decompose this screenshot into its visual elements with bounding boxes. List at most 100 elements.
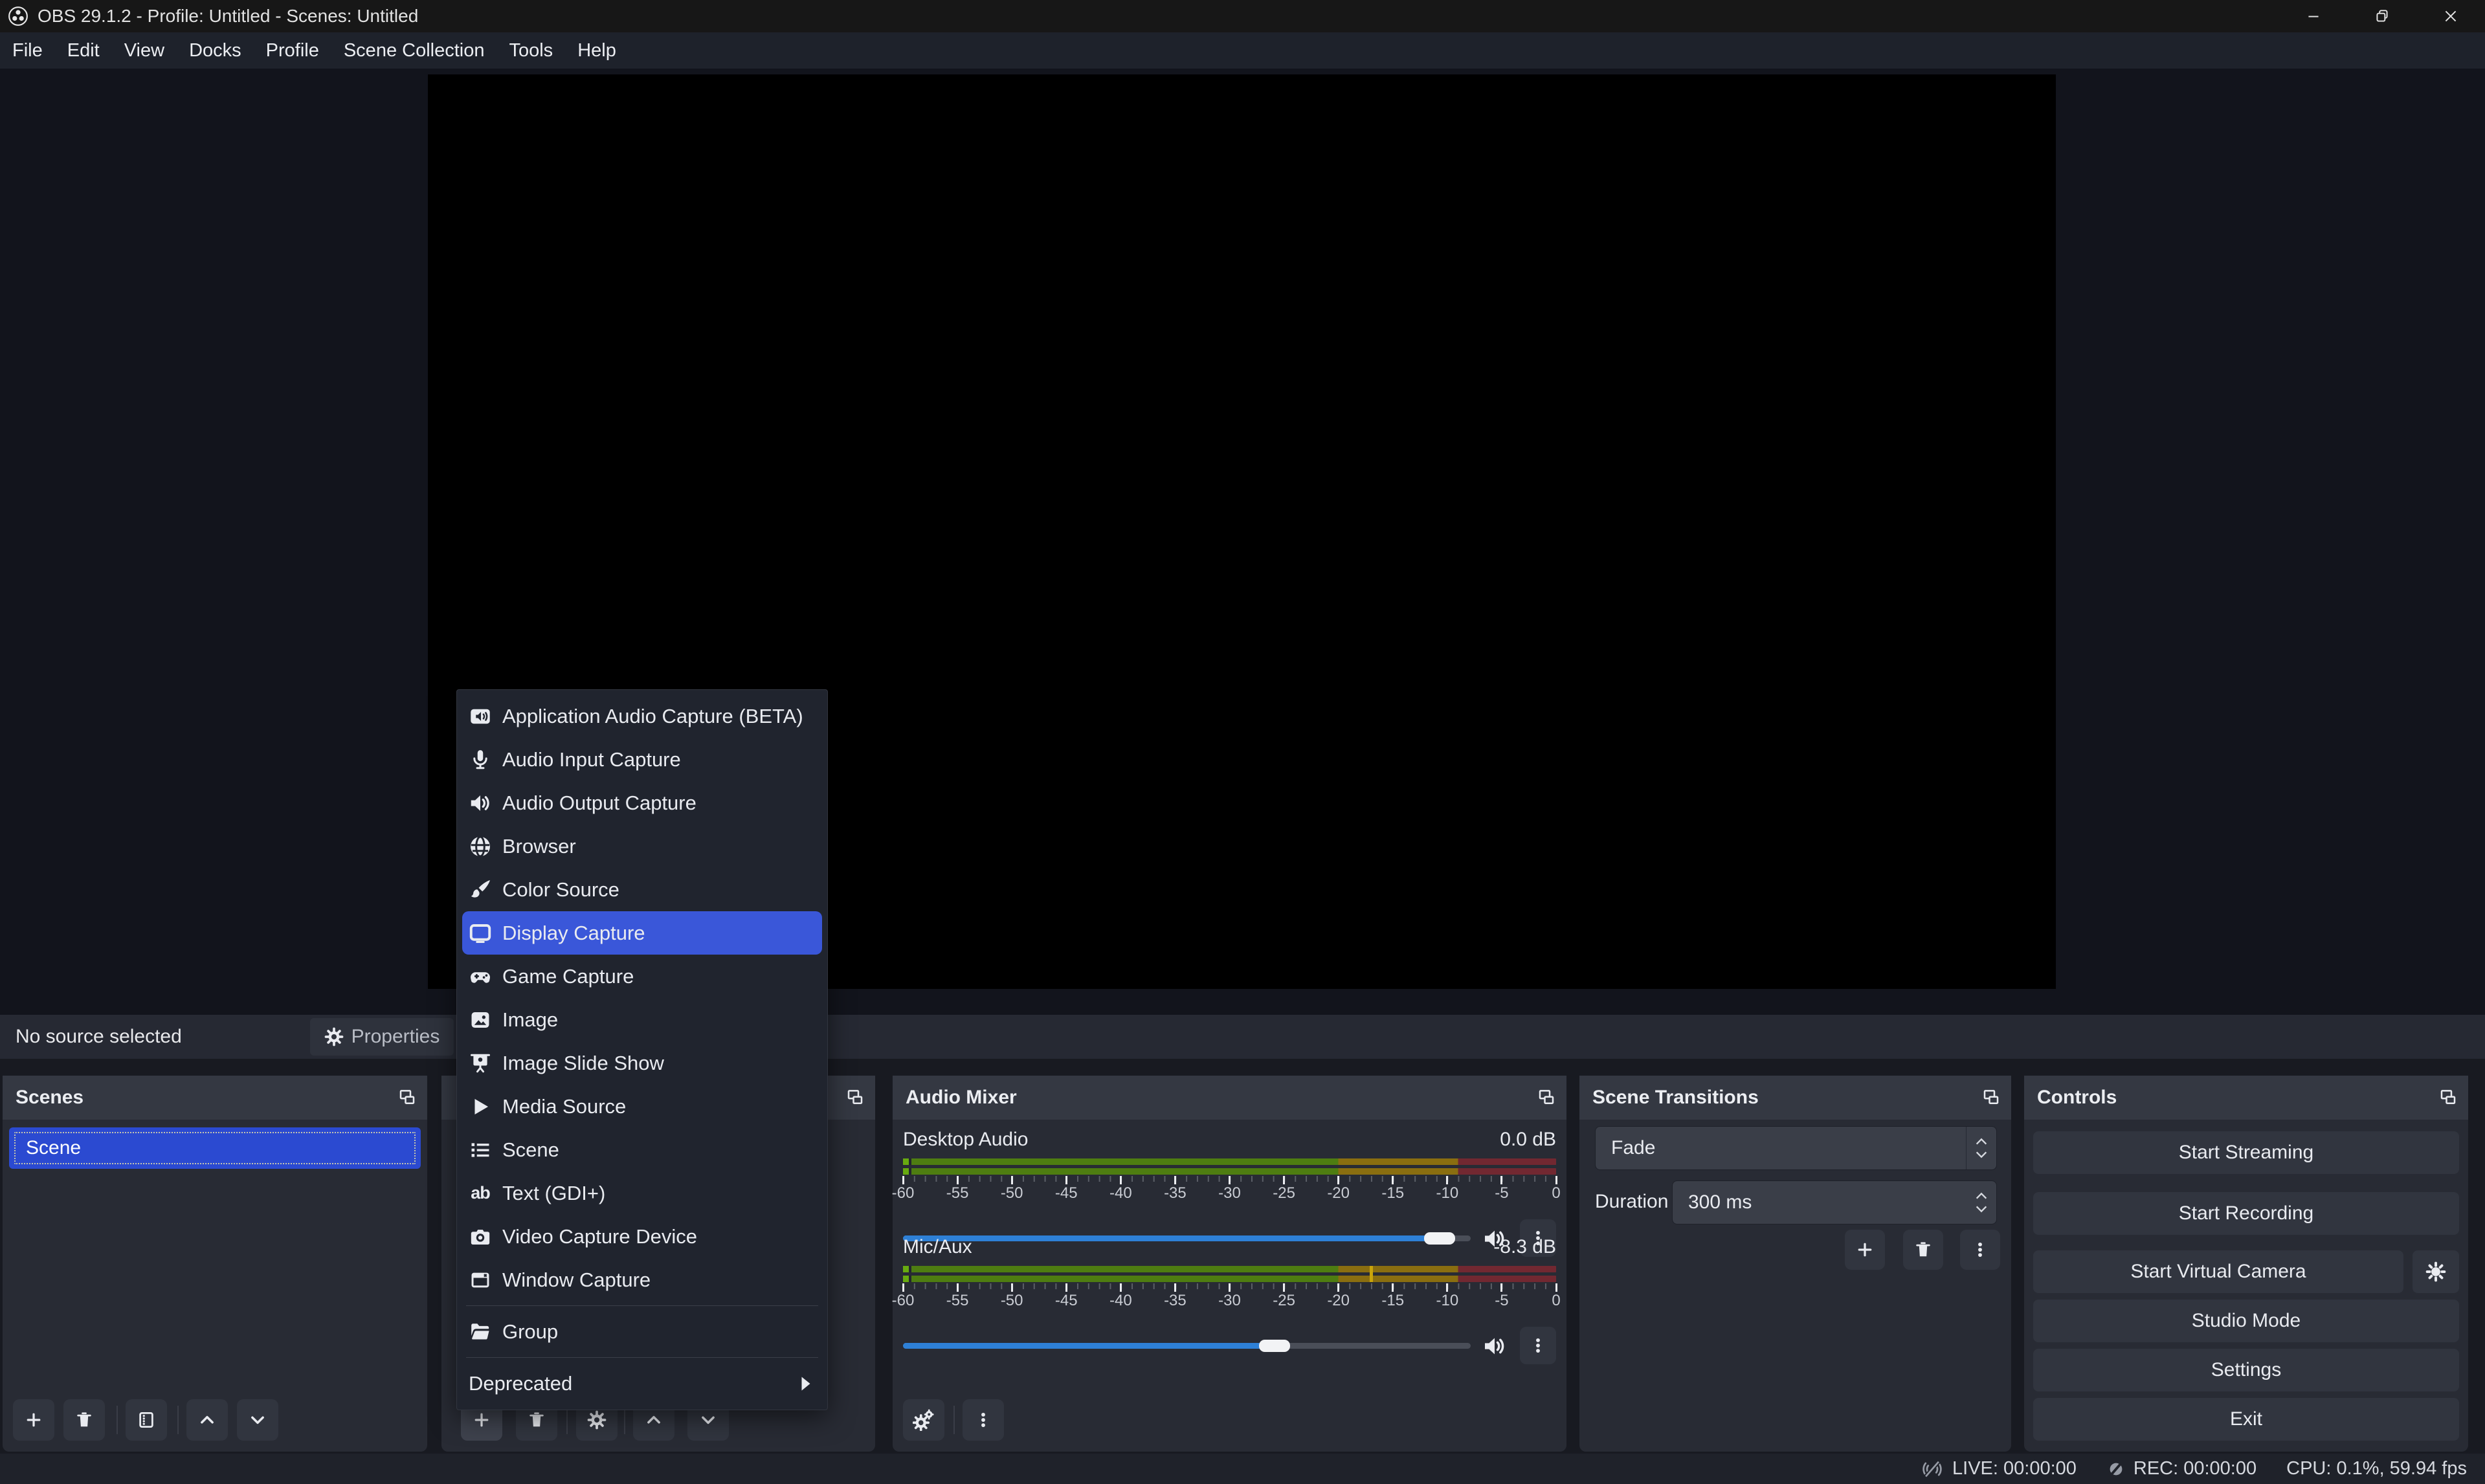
menu-item-text-gdi[interactable]: ab Text (GDI+)	[462, 1171, 822, 1215]
menu-item-display-capture[interactable]: Display Capture	[462, 911, 822, 955]
menu-item-audio-output-capture[interactable]: Audio Output Capture	[462, 781, 822, 825]
menu-item-image[interactable]: Image	[462, 998, 822, 1041]
obs-main-window: OBS 29.1.2 - Profile: Untitled - Scenes:…	[0, 0, 2485, 1484]
source-toolbar: No source selected Properties	[0, 1015, 2485, 1059]
duration-spinner-arrows[interactable]	[1967, 1181, 1996, 1224]
menu-view[interactable]: View	[112, 32, 177, 69]
video-capture-device-icon	[469, 1225, 492, 1248]
cpu-fps-text: CPU: 0.1%, 59.94 fps	[2286, 1458, 2467, 1479]
gear-icon	[2425, 1261, 2446, 1282]
add-transition-button[interactable]	[1845, 1230, 1885, 1270]
add-source-context-menu: Application Audio Capture (BETA) Audio I…	[456, 689, 828, 1410]
scene-transitions-header: Scene Transitions	[1579, 1076, 2011, 1120]
menu-help[interactable]: Help	[565, 32, 629, 69]
menu-item-game-capture[interactable]: Game Capture	[462, 955, 822, 998]
speaker-mute-icon[interactable]	[1481, 1333, 1508, 1359]
popout-icon[interactable]	[397, 1088, 417, 1107]
restore-button[interactable]	[2348, 0, 2416, 32]
remove-transition-button[interactable]	[1903, 1230, 1943, 1270]
popout-icon[interactable]	[1537, 1088, 1556, 1107]
menu-item-window-capture[interactable]: Window Capture	[462, 1258, 822, 1301]
menu-item-image-slide-show[interactable]: Image Slide Show	[462, 1041, 822, 1085]
meter-scale	[903, 1283, 1556, 1292]
menu-docks[interactable]: Docks	[177, 32, 254, 69]
exit-button[interactable]: Exit	[2033, 1398, 2459, 1441]
color-source-icon	[469, 878, 492, 902]
menu-item-deprecated[interactable]: Deprecated	[462, 1362, 822, 1405]
audio-mixer-dock: Audio Mixer Desktop Audio 0.0 dB -60-55-…	[893, 1076, 1566, 1452]
transition-value: Fade	[1611, 1137, 1655, 1159]
properties-label: Properties	[351, 1026, 440, 1048]
volume-meter	[903, 1158, 1556, 1175]
start-recording-button[interactable]: Start Recording	[2033, 1192, 2459, 1235]
menu-item-group[interactable]: Group	[462, 1310, 822, 1353]
scene-filters-button[interactable]	[126, 1399, 167, 1441]
media-source-icon	[469, 1095, 492, 1118]
application-audio-capture-icon	[469, 705, 492, 728]
scene-transitions-dock: Scene Transitions Fade Duration 300 ms	[1579, 1076, 2011, 1452]
menu-item-media-source[interactable]: Media Source	[462, 1085, 822, 1128]
popout-icon[interactable]	[845, 1088, 865, 1107]
submenu-arrow-icon	[799, 1375, 813, 1392]
no-source-selected-label: No source selected	[16, 1026, 182, 1048]
popout-icon[interactable]	[2438, 1088, 2458, 1107]
volume-slider-handle[interactable]	[1259, 1340, 1290, 1352]
minimize-button[interactable]	[2279, 0, 2348, 32]
title-bar: OBS 29.1.2 - Profile: Untitled - Scenes:…	[0, 0, 2485, 32]
scene-name: Scene	[26, 1137, 81, 1159]
menu-item-audio-input-capture[interactable]: Audio Input Capture	[462, 738, 822, 781]
duration-input[interactable]: 300 ms	[1672, 1180, 1997, 1224]
meter-scale-labels: -60-55-50-45-40-35-30-25-20-15-10-50	[903, 1292, 1556, 1310]
start-streaming-button[interactable]: Start Streaming	[2033, 1131, 2459, 1174]
channel-menu-button[interactable]	[1520, 1327, 1556, 1364]
transition-select-arrows[interactable]	[1966, 1127, 1996, 1169]
browser-icon	[469, 835, 492, 858]
controls-dock: Controls Start Streaming Start Recording…	[2024, 1076, 2468, 1452]
transition-select[interactable]: Fade	[1595, 1126, 1997, 1170]
add-scene-button[interactable]	[13, 1399, 54, 1441]
menu-tools[interactable]: Tools	[496, 32, 565, 69]
display-capture-icon	[469, 922, 492, 945]
close-button[interactable]	[2416, 0, 2485, 32]
rec-status: REC: 00:00:00	[2106, 1458, 2257, 1479]
preview-area	[0, 69, 2485, 1015]
virtual-camera-settings-button[interactable]	[2413, 1250, 2459, 1293]
channel-level-db: -8.3 dB	[1493, 1236, 1556, 1258]
mixer-channel-desktop-audio: Desktop Audio 0.0 dB -60-55-50-45-40-35-…	[903, 1129, 1556, 1202]
group-folder-icon	[469, 1320, 492, 1344]
menu-item-color-source[interactable]: Color Source	[462, 868, 822, 911]
menu-item-video-capture-device[interactable]: Video Capture Device	[462, 1215, 822, 1258]
menu-item-browser[interactable]: Browser	[462, 825, 822, 868]
move-scene-up-button[interactable]	[186, 1399, 228, 1441]
move-scene-down-button[interactable]	[237, 1399, 278, 1441]
studio-mode-button[interactable]: Studio Mode	[2033, 1300, 2459, 1342]
menu-profile[interactable]: Profile	[254, 32, 331, 69]
properties-button[interactable]: Properties	[310, 1018, 454, 1056]
duration-label: Duration	[1595, 1180, 1668, 1223]
window-title: OBS 29.1.2 - Profile: Untitled - Scenes:…	[38, 6, 418, 27]
popout-icon[interactable]	[1981, 1088, 2001, 1107]
scenes-dock-header: Scenes	[3, 1076, 427, 1120]
controls-title: Controls	[2037, 1087, 2117, 1109]
transition-menu-button[interactable]	[1960, 1230, 2000, 1270]
settings-button[interactable]: Settings	[2033, 1349, 2459, 1391]
menu-edit[interactable]: Edit	[55, 32, 112, 69]
peak-indicator	[1370, 1266, 1373, 1282]
scene-list-icon	[469, 1138, 492, 1162]
menu-file[interactable]: File	[0, 32, 55, 69]
volume-slider[interactable]	[903, 1343, 1471, 1349]
menu-scene-collection[interactable]: Scene Collection	[331, 32, 497, 69]
menu-item-application-audio-capture[interactable]: Application Audio Capture (BETA)	[462, 694, 822, 738]
advanced-audio-properties-button[interactable]	[903, 1399, 944, 1441]
remove-scene-button[interactable]	[63, 1399, 105, 1441]
mixer-menu-button[interactable]	[963, 1399, 1004, 1441]
toolbar-divider	[117, 1406, 118, 1434]
scene-list-item[interactable]: Scene	[9, 1127, 421, 1169]
meter-scale-labels: -60-55-50-45-40-35-30-25-20-15-10-50	[903, 1184, 1556, 1202]
game-capture-icon	[469, 965, 492, 988]
menu-item-scene[interactable]: Scene	[462, 1128, 822, 1171]
start-virtual-camera-button[interactable]: Start Virtual Camera	[2033, 1250, 2403, 1293]
scene-transitions-title: Scene Transitions	[1592, 1087, 1759, 1109]
mixer-channel-mic-aux: Mic/Aux -8.3 dB -60-55-50-45-40-35-30-25…	[903, 1236, 1556, 1310]
window-capture-icon	[469, 1268, 492, 1292]
